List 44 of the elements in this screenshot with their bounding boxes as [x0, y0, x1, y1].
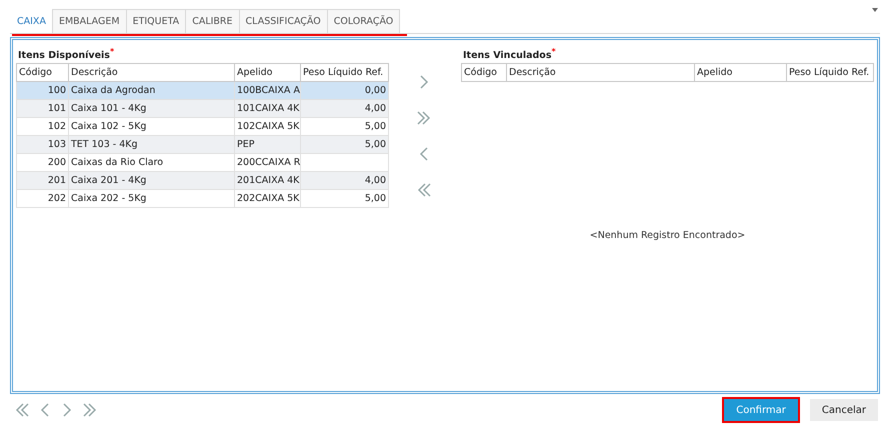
column-header[interactable]: Descrição	[506, 64, 694, 82]
table-cell: 4,00	[300, 172, 388, 190]
column-header[interactable]: Código	[16, 64, 68, 82]
table-cell: 0,00	[300, 82, 388, 100]
table-cell: 201	[16, 172, 68, 190]
table-cell: 101	[16, 100, 68, 118]
column-header[interactable]: Peso Líquido Ref.	[300, 64, 388, 82]
table-cell: 101CAIXA 4K	[234, 100, 300, 118]
column-header[interactable]: Apelido	[234, 64, 300, 82]
tab[interactable]: ETIQUETA	[126, 9, 186, 33]
table-cell: 100	[16, 82, 68, 100]
empty-message: <Nenhum Registro Encontrado>	[590, 230, 746, 241]
table-cell: Caixa 202 - 5Kg	[68, 190, 234, 208]
table-cell: Caixa 201 - 4Kg	[68, 172, 234, 190]
table-cell: 103	[16, 136, 68, 154]
table-cell: 5,00	[300, 136, 388, 154]
double-chevron-left-icon[interactable]	[416, 182, 432, 198]
table-cell: TET 103 - 4Kg	[68, 136, 234, 154]
tab[interactable]: EMBALAGEM	[52, 9, 127, 33]
tab[interactable]: CALIBRE	[185, 9, 240, 33]
column-header[interactable]: Peso Líquido Ref.	[786, 64, 874, 82]
table-cell: 202	[16, 190, 68, 208]
cancel-button[interactable]: Cancelar	[810, 399, 878, 421]
dropdown-caret-icon[interactable]	[872, 8, 878, 12]
table-cell: Caixa da Agrodan	[68, 82, 234, 100]
double-chevron-left-icon[interactable]	[14, 402, 30, 418]
column-header[interactable]: Apelido	[694, 64, 786, 82]
table-cell: 4,00	[300, 100, 388, 118]
required-mark: *	[110, 47, 114, 58]
table-cell: 201CAIXA 4K	[234, 172, 300, 190]
double-chevron-right-icon[interactable]	[82, 402, 98, 418]
section-title: Itens Disponíveis	[18, 50, 110, 61]
table-cell: 5,00	[300, 190, 388, 208]
table-cell: 100BCAIXA A	[234, 82, 300, 100]
table-cell: Caixa 101 - 4Kg	[68, 100, 234, 118]
section-title: Itens Vinculados	[463, 50, 552, 61]
column-header[interactable]: Código	[462, 64, 506, 82]
table-cell: PEP	[234, 136, 300, 154]
table-cell: 202CAIXA 5K	[234, 190, 300, 208]
required-mark: *	[552, 47, 556, 58]
tab[interactable]: CLASSIFICAÇÃO	[238, 9, 328, 33]
double-chevron-right-icon[interactable]	[416, 110, 432, 126]
tab[interactable]: COLORAÇÃO	[326, 9, 400, 33]
column-header[interactable]: Descrição	[68, 64, 234, 82]
